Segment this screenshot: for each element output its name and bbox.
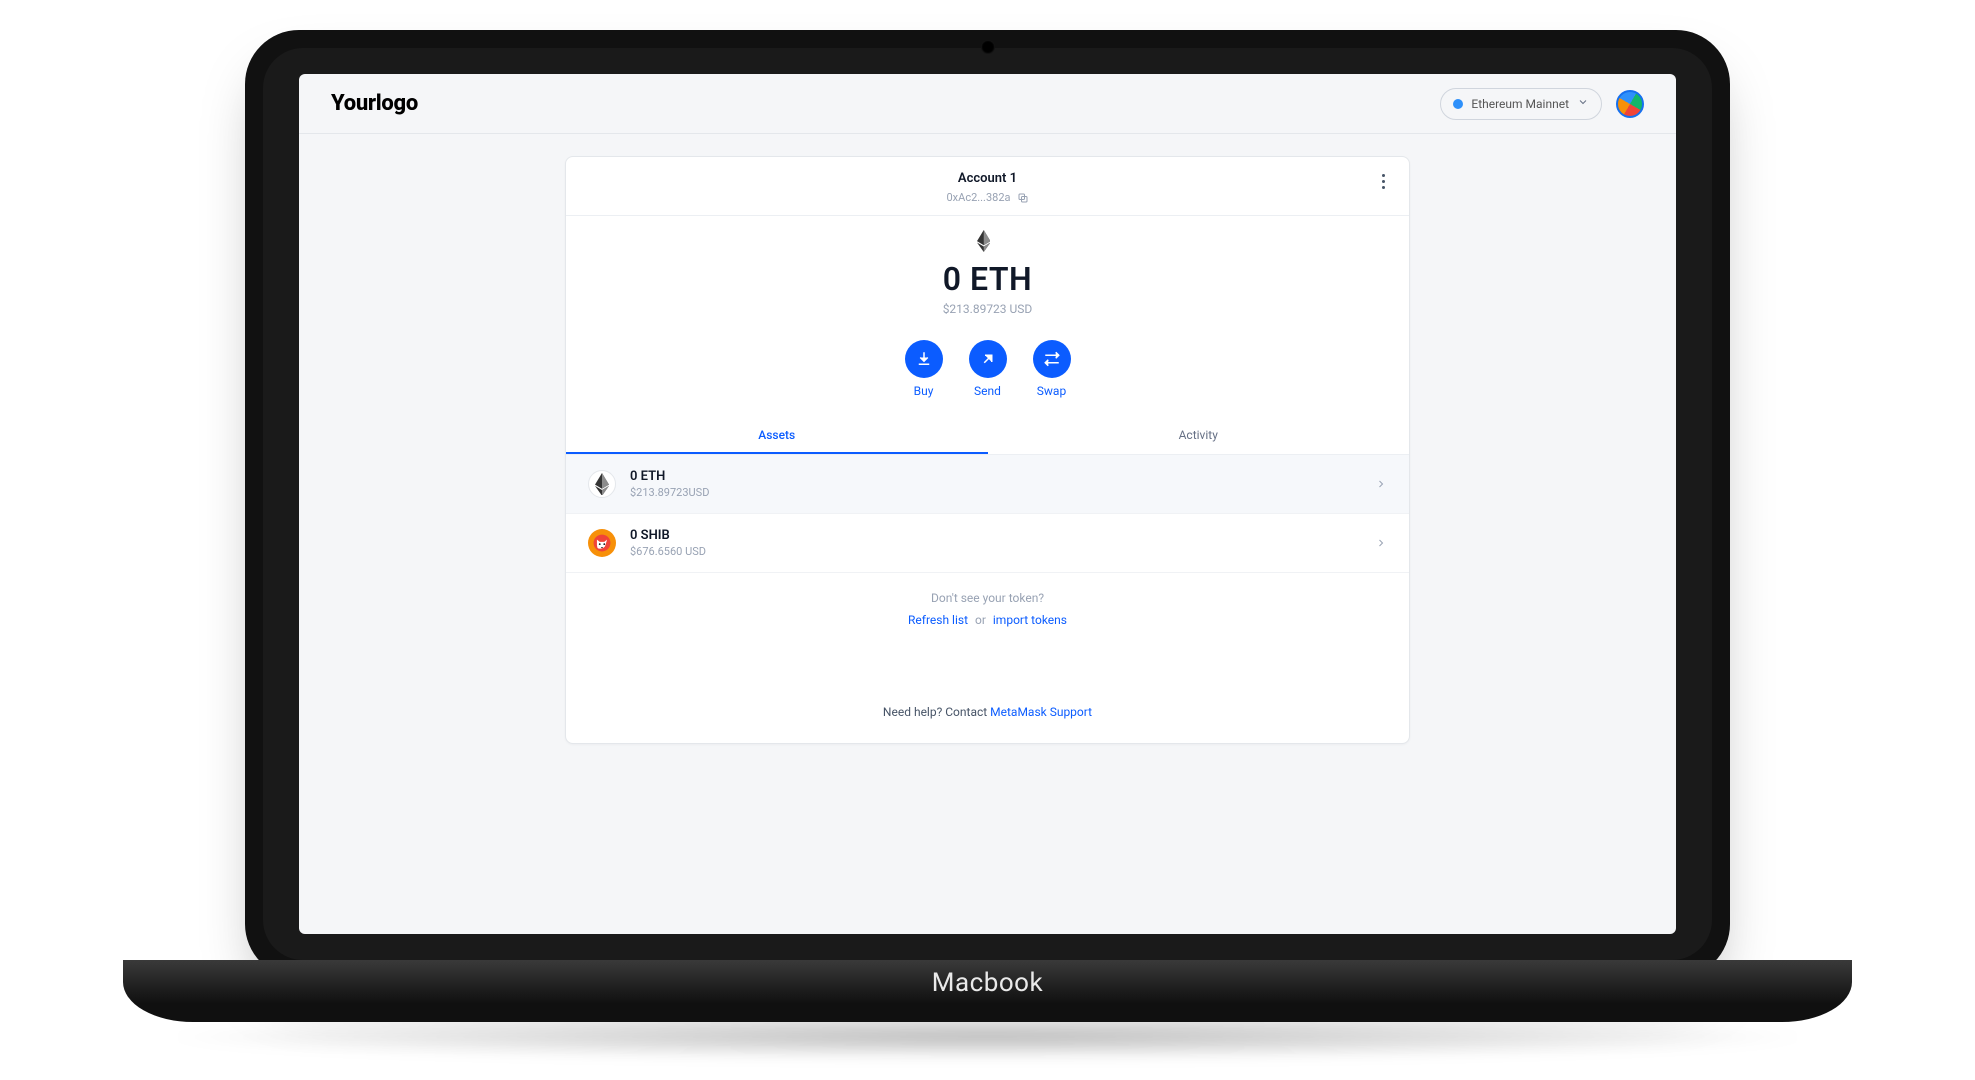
ethereum-icon — [588, 470, 616, 498]
import-tokens-link[interactable]: import tokens — [993, 613, 1067, 627]
swap-icon — [1043, 350, 1061, 368]
asset-row-eth[interactable]: 0 ETH $213.89723USD — [566, 455, 1409, 514]
chevron-down-icon — [1577, 96, 1589, 111]
asset-amount: 0 ETH — [630, 469, 1361, 484]
laptop-base: Macbook — [123, 960, 1852, 1022]
network-selector[interactable]: Ethereum Mainnet — [1440, 88, 1602, 120]
help-prefix: Need help? Contact — [883, 705, 990, 719]
account-address[interactable]: 0xAc2...382a — [947, 191, 1029, 204]
buy-label: Buy — [914, 384, 934, 398]
app-logo: Yourlogo — [331, 91, 418, 116]
device-label: Macbook — [123, 968, 1852, 998]
tab-assets[interactable]: Assets — [566, 416, 988, 454]
chevron-right-icon — [1375, 475, 1387, 494]
network-name: Ethereum Mainnet — [1471, 97, 1569, 111]
top-bar: Yourlogo Ethereum Mainnet — [299, 74, 1676, 134]
tab-activity[interactable]: Activity — [988, 416, 1410, 454]
balance-amount: 0 ETH — [566, 260, 1409, 298]
missing-token-hint: Don't see your token? — [566, 573, 1409, 613]
asset-fiat: $213.89723USD — [630, 486, 1361, 499]
account-avatar[interactable] — [1616, 90, 1644, 118]
account-name: Account 1 — [566, 171, 1409, 186]
asset-amount: 0 SHIB — [630, 528, 1361, 543]
ethereum-icon — [977, 230, 999, 252]
network-status-dot — [1453, 99, 1463, 109]
asset-row-shib[interactable]: 0 SHIB $676.6560 USD — [566, 514, 1409, 573]
account-address-text: 0xAc2...382a — [947, 191, 1011, 204]
webcam-dot — [981, 40, 995, 54]
chevron-right-icon — [1375, 534, 1387, 553]
download-icon — [915, 350, 933, 368]
wallet-card: Account 1 0xAc2...382a 0 ETH $213.8 — [565, 156, 1410, 744]
help-footer: Need help? Contact MetaMask Support — [566, 645, 1409, 743]
buy-button[interactable]: Buy — [905, 340, 943, 398]
balance-fiat: $213.89723 USD — [566, 302, 1409, 316]
copy-icon — [1017, 192, 1029, 204]
swap-button[interactable]: Swap — [1033, 340, 1071, 398]
hint-or: or — [975, 613, 986, 627]
asset-fiat: $676.6560 USD — [630, 545, 1361, 558]
support-link[interactable]: MetaMask Support — [990, 705, 1092, 719]
send-label: Send — [974, 384, 1001, 398]
arrow-up-right-icon — [979, 350, 997, 368]
refresh-list-link[interactable]: Refresh list — [908, 613, 968, 627]
account-menu-button[interactable] — [1373, 171, 1393, 191]
swap-label: Swap — [1037, 384, 1066, 398]
send-button[interactable]: Send — [969, 340, 1007, 398]
shiba-icon — [588, 529, 616, 557]
